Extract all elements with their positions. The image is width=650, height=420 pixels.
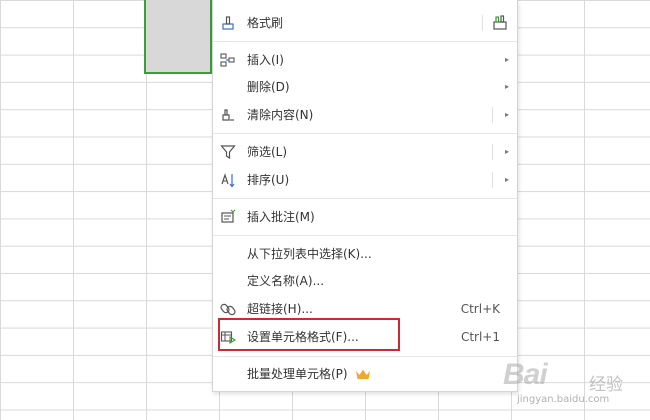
format-painter-brush-icon[interactable]	[491, 14, 509, 35]
filter-label: 筛选(L)	[247, 145, 288, 159]
crown-icon	[355, 368, 371, 383]
menu-item-filter[interactable]: 筛选(L) ▸	[213, 139, 517, 165]
batch-process-label: 批量处理单元格(P)	[247, 367, 348, 381]
menu-separator	[213, 41, 517, 42]
menu-item-delete[interactable]: 删除(D) ▸	[213, 74, 517, 100]
menu-item-clear-contents[interactable]: 清除内容(N) ▸	[213, 102, 517, 128]
watermark-brand-cn: 经验	[589, 375, 623, 395]
clear-contents-label: 清除内容(N)	[247, 108, 314, 122]
menu-separator	[213, 198, 517, 199]
chevron-right-icon: ▸	[504, 175, 509, 184]
define-name-label: 定义名称(A)...	[247, 274, 325, 288]
format-painter-icon	[219, 14, 237, 32]
chevron-right-icon: ▸	[504, 110, 509, 119]
chevron-right-icon: ▸	[504, 82, 509, 91]
format-painter-label: 格式刷	[247, 16, 284, 30]
menu-item-format-painter[interactable]: 格式刷	[213, 10, 517, 36]
menu-item-pick-from-list[interactable]: 从下拉列表中选择(K)...	[213, 241, 517, 267]
eraser-icon	[219, 106, 237, 124]
format-cells-shortcut: Ctrl+1	[460, 330, 500, 344]
menu-item-define-name[interactable]: 定义名称(A)...	[213, 268, 517, 294]
insert-label: 插入(I)	[247, 53, 284, 67]
watermark-url: jingyan.baidu.com	[517, 394, 610, 405]
hyperlink-label: 超链接(H)...	[247, 302, 313, 316]
pick-from-list-label: 从下拉列表中选择(K)...	[247, 247, 372, 261]
watermark: Bai 经验 jingyan.baidu.com	[503, 358, 643, 410]
menu-separator	[213, 133, 517, 134]
divider	[482, 15, 483, 31]
menu-item-insert-comment[interactable]: 插入批注(M)	[213, 204, 517, 230]
comment-icon	[219, 208, 237, 226]
insert-icon	[219, 51, 237, 69]
menu-item-batch-process[interactable]: 批量处理单元格(P)	[213, 361, 517, 387]
hyperlink-shortcut: Ctrl+K	[460, 302, 500, 316]
filter-icon	[219, 143, 237, 161]
annotation-highlight-box	[218, 318, 400, 351]
menu-separator	[213, 235, 517, 236]
menu-item-insert[interactable]: 插入(I) ▸	[213, 47, 517, 73]
delete-label: 删除(D)	[247, 80, 290, 94]
selected-cell[interactable]	[144, 0, 212, 74]
sort-icon	[219, 171, 237, 189]
divider	[492, 107, 493, 123]
link-icon	[219, 300, 237, 318]
menu-item-sort[interactable]: 排序(U) ▸	[213, 167, 517, 193]
divider	[492, 144, 493, 160]
chevron-right-icon: ▸	[504, 147, 509, 156]
watermark-brand: Bai	[503, 358, 548, 391]
menu-separator	[213, 356, 517, 357]
insert-comment-label: 插入批注(M)	[247, 210, 315, 224]
sort-label: 排序(U)	[247, 173, 290, 187]
chevron-right-icon: ▸	[504, 55, 509, 64]
divider	[492, 172, 493, 188]
